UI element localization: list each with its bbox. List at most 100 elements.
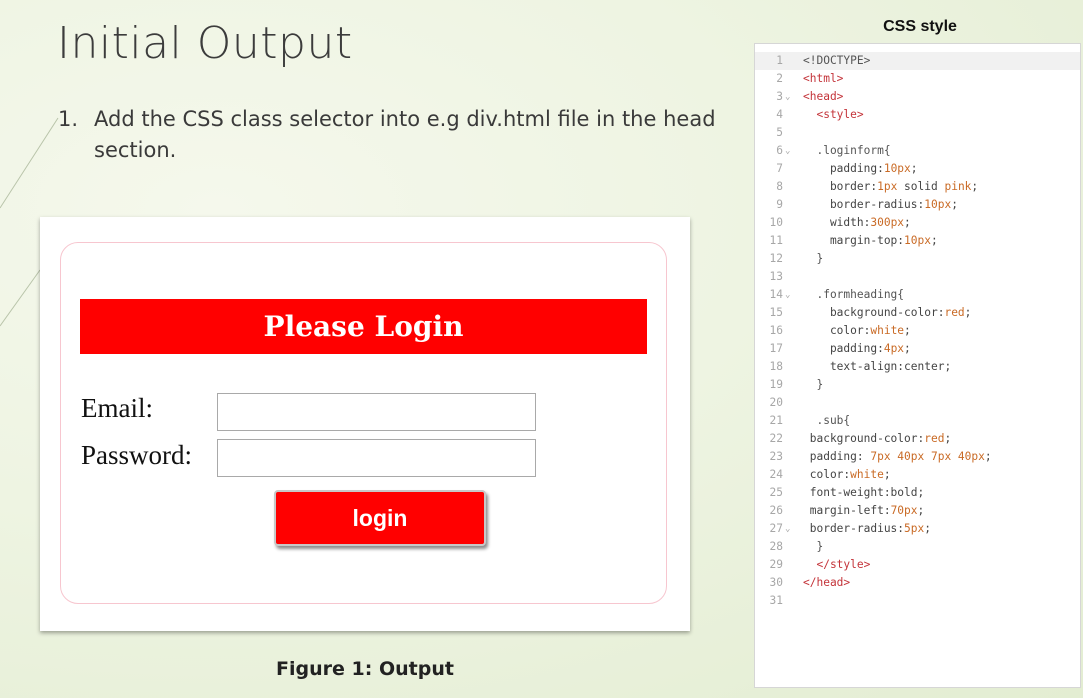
code-text: border-radius:10px; — [803, 198, 958, 211]
code-line: 31 — [755, 592, 1080, 610]
line-number: 9 — [776, 198, 783, 211]
code-text: border-radius:5px; — [803, 522, 932, 535]
line-number: 18 — [769, 360, 783, 373]
line-number: 19 — [769, 378, 783, 391]
code-text: background-color:red; — [803, 306, 972, 319]
code-text: .loginform{ — [803, 144, 891, 157]
code-text: padding:4px; — [803, 342, 911, 355]
code-text: } — [803, 540, 824, 553]
code-line: 20 — [755, 394, 1080, 412]
code-line: 4 <style> — [755, 106, 1080, 124]
code-text: font-weight:bold; — [803, 486, 925, 499]
code-line: 25 font-weight:bold; — [755, 484, 1080, 502]
line-number: 31 — [769, 594, 783, 607]
code-text: .sub{ — [803, 414, 851, 427]
password-label: Password: — [81, 440, 193, 470]
password-input[interactable] — [217, 439, 536, 477]
code-line: 9 border-radius:10px; — [755, 196, 1080, 214]
line-number: 22 — [769, 432, 783, 445]
code-text: background-color:red; — [803, 432, 952, 445]
line-number: 3 — [776, 90, 783, 103]
line-number: 13 — [769, 270, 783, 283]
code-text: width:300px; — [803, 216, 911, 229]
code-text: color:white; — [803, 468, 891, 481]
code-line: 26 margin-left:70px; — [755, 502, 1080, 520]
code-line: 1 <!DOCTYPE> — [755, 52, 1080, 70]
output-screenshot: Please Login Email: Password: login — [40, 217, 690, 631]
code-line: 13 — [755, 268, 1080, 286]
line-number: 28 — [769, 540, 783, 553]
code-text: <!DOCTYPE> — [803, 54, 871, 67]
code-line: 17 padding:4px; — [755, 340, 1080, 358]
code-line: 28 } — [755, 538, 1080, 556]
code-text: text-align:center; — [803, 360, 952, 373]
code-line: 16 color:white; — [755, 322, 1080, 340]
login-button[interactable]: login — [274, 490, 486, 546]
code-text: color:white; — [803, 324, 911, 337]
line-number: 6 — [776, 144, 783, 157]
code-line: 23 padding: 7px 40px 7px 40px; — [755, 448, 1080, 466]
fold-chevron-icon[interactable]: ⌄ — [785, 88, 790, 106]
code-text: padding: 7px 40px 7px 40px; — [803, 450, 992, 463]
code-line: 12 } — [755, 250, 1080, 268]
line-number: 10 — [769, 216, 783, 229]
code-line: 15 background-color:red; — [755, 304, 1080, 322]
line-number: 27 — [769, 522, 783, 535]
line-number: 24 — [769, 468, 783, 481]
code-line: 21 .sub{ — [755, 412, 1080, 430]
code-line: 3 ⌄ <head> — [755, 88, 1080, 106]
code-line: 8 border:1px solid pink; — [755, 178, 1080, 196]
line-number: 29 — [769, 558, 783, 571]
email-label: Email: — [81, 393, 153, 423]
code-line: 5 — [755, 124, 1080, 142]
code-line: 27 ⌄ border-radius:5px; — [755, 520, 1080, 538]
code-text: } — [803, 378, 824, 391]
code-text: </head> — [803, 576, 851, 589]
code-line: 6 ⌄ .loginform{ — [755, 142, 1080, 160]
code-text: <head> — [803, 90, 844, 103]
code-line: 24 color:white; — [755, 466, 1080, 484]
line-number: 15 — [769, 306, 783, 319]
code-text: } — [803, 252, 824, 265]
login-form-box: Please Login Email: Password: login — [60, 242, 667, 604]
bullet-text: Add the CSS class selector into e.g div.… — [94, 107, 716, 162]
line-number: 7 — [776, 162, 783, 175]
code-text: <style> — [803, 108, 864, 121]
line-number: 14 — [769, 288, 783, 301]
line-number: 21 — [769, 414, 783, 427]
code-text: </style> — [803, 558, 871, 571]
email-input[interactable] — [217, 393, 536, 431]
fold-chevron-icon[interactable]: ⌄ — [785, 286, 790, 304]
line-number: 1 — [776, 54, 783, 67]
line-number: 23 — [769, 450, 783, 463]
line-number: 26 — [769, 504, 783, 517]
line-number: 30 — [769, 576, 783, 589]
line-number: 8 — [776, 180, 783, 193]
bullet-number: 1. — [58, 107, 79, 131]
code-line: 14 ⌄ .formheading{ — [755, 286, 1080, 304]
line-number: 16 — [769, 324, 783, 337]
code-line: 11 margin-top:10px; — [755, 232, 1080, 250]
code-line: 10 width:300px; — [755, 214, 1080, 232]
fold-chevron-icon[interactable]: ⌄ — [785, 520, 790, 538]
line-number: 17 — [769, 342, 783, 355]
code-line: 30 </head> — [755, 574, 1080, 592]
code-text: margin-left:70px; — [803, 504, 925, 517]
bullet-item: 1. Add the CSS class selector into e.g d… — [58, 104, 738, 166]
code-text: <html> — [803, 72, 844, 85]
code-panel-title: CSS style — [883, 18, 957, 35]
line-number: 12 — [769, 252, 783, 265]
code-line: 29 </style> — [755, 556, 1080, 574]
code-line: 7 padding:10px; — [755, 160, 1080, 178]
code-line: 2 <html> — [755, 70, 1080, 88]
code-text: margin-top:10px; — [803, 234, 938, 247]
line-number: 20 — [769, 396, 783, 409]
code-line: 19 } — [755, 376, 1080, 394]
fold-chevron-icon[interactable]: ⌄ — [785, 142, 790, 160]
figure-caption: Figure 1: Output — [276, 658, 454, 680]
code-editor: 1 <!DOCTYPE> 2 <html> 3 ⌄ <head> 4 <style> 5 6 ⌄ .… — [754, 43, 1081, 688]
line-number: 4 — [776, 108, 783, 121]
line-number: 2 — [776, 72, 783, 85]
line-number: 11 — [769, 234, 783, 247]
code-text: .formheading{ — [803, 288, 905, 301]
